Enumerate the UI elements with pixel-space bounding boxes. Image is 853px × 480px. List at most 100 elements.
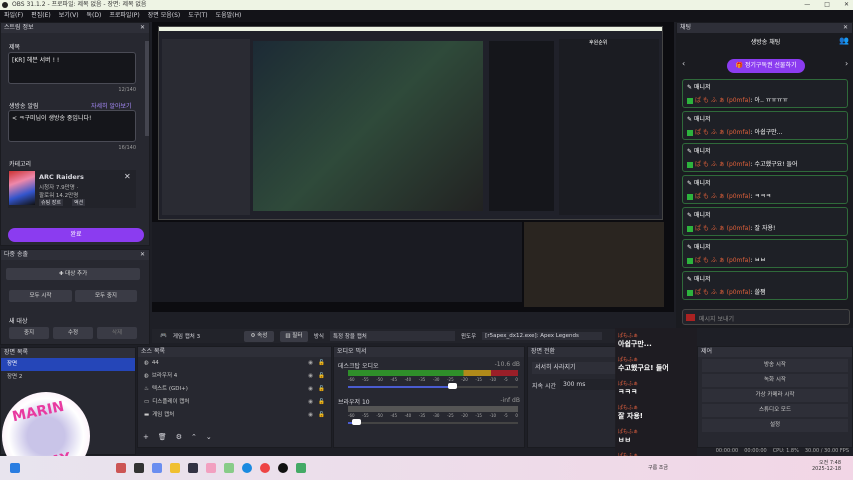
obs-icon[interactable] bbox=[278, 463, 288, 473]
chat-message: ✎ 매니저 ぱ も ふ ぁ (p0mfa): ㅋㅋㅋ bbox=[682, 175, 848, 204]
source-item[interactable]: ◍ 44 ◉ 🔓 bbox=[138, 357, 331, 370]
scrollbar[interactable] bbox=[145, 41, 149, 136]
user-settings-icon[interactable]: 👥 bbox=[839, 36, 849, 45]
chat-input[interactable]: 메시지 보내기 bbox=[682, 309, 850, 325]
lock-icon[interactable]: 🔓 bbox=[318, 409, 325, 422]
visibility-icon[interactable]: ◉ bbox=[308, 396, 313, 409]
lock-icon[interactable]: 🔓 bbox=[318, 396, 325, 409]
delete-button[interactable]: 삭제 bbox=[97, 327, 137, 339]
start-streaming-button[interactable]: 방송 시작 bbox=[702, 359, 848, 372]
edge-icon[interactable] bbox=[242, 463, 252, 473]
app-icon[interactable] bbox=[116, 463, 126, 473]
source-item[interactable]: ♨ 텍스트 (GDI+) ◉ 🔓 bbox=[138, 383, 331, 396]
visibility-icon[interactable]: ◉ bbox=[308, 409, 313, 422]
tick-label: -30 bbox=[432, 413, 440, 418]
copilot-icon[interactable] bbox=[152, 463, 162, 473]
chrome-icon[interactable] bbox=[260, 463, 270, 473]
volume-slider-handle[interactable] bbox=[351, 419, 361, 425]
window-select[interactable]: [r5apex_dx12.exe]: Apex Legends bbox=[482, 332, 603, 340]
start-all-button[interactable]: 모두 시작 bbox=[9, 290, 72, 302]
scene-item[interactable]: 장면 2 bbox=[1, 371, 135, 384]
source-item[interactable]: ▭ 디스플레이 캡처 ◉ 🔓 bbox=[138, 396, 331, 409]
start-virtual-camera-button[interactable]: 가상 카메라 시작 bbox=[702, 389, 848, 402]
start-recording-button[interactable]: 녹화 시작 bbox=[702, 374, 848, 387]
tick-label: -10 bbox=[489, 377, 497, 382]
stop-button[interactable]: 중지 bbox=[9, 327, 49, 339]
notice-label: 생방송 알림 bbox=[9, 103, 39, 110]
clock[interactable]: 오전 7:48 2025-12-18 bbox=[812, 459, 841, 472]
message-text: ㅋㅋㅋ bbox=[754, 193, 772, 200]
category-label: 카테고리 bbox=[9, 161, 32, 168]
lock-icon[interactable]: 🔓 bbox=[318, 370, 325, 383]
maximize-button[interactable]: □ bbox=[824, 0, 830, 10]
nested-bottom bbox=[152, 222, 522, 302]
properties-button[interactable]: ⚙ 속성 bbox=[243, 330, 274, 342]
viewer-count: 시청자 7.9만명 · bbox=[39, 185, 79, 191]
menu-scene-collection[interactable]: 장면 모음(S) bbox=[148, 10, 180, 22]
transition-select[interactable]: 서서히 사라지기 bbox=[532, 362, 616, 374]
message-text: 쓸쩜 bbox=[754, 289, 766, 296]
trash-icon[interactable]: 🗑 bbox=[158, 433, 167, 441]
menu-help[interactable]: 도움말(H) bbox=[216, 10, 242, 22]
done-button[interactable]: 완료 bbox=[8, 228, 144, 242]
app-icon[interactable] bbox=[224, 463, 234, 473]
title-input[interactable]: [KR] 헤븐 서버 ! ! bbox=[8, 52, 136, 84]
category-name: ARC Raiders bbox=[39, 173, 84, 181]
sources-dock: 소스 목록 ◍ 44 ◉ 🔓 ◍ 브라우저 4 ◉ 🔓 ♨ 텍스트 (GDI+) ◉ 🔓 ▭ 디스플레이 … bbox=[137, 346, 332, 448]
title-bar: OBS 31.1.2 - 프로파일: 제목 없음 - 장면: 제목 없음 — □… bbox=[0, 0, 853, 10]
close-icon[interactable]: ✕ bbox=[140, 250, 145, 260]
menu-edit[interactable]: 편집(E) bbox=[31, 10, 51, 22]
visibility-icon[interactable]: ◉ bbox=[308, 357, 313, 370]
stop-all-button[interactable]: 모두 중지 bbox=[75, 290, 137, 302]
notice-input[interactable]: < ㅋ구미님이 생방송 중입니다! bbox=[8, 110, 136, 142]
close-button[interactable]: ✕ bbox=[844, 0, 849, 10]
source-item[interactable]: ▬ 게임 캡처 ◉ 🔓 bbox=[138, 409, 331, 422]
menu-docks[interactable]: 독(D) bbox=[87, 10, 102, 22]
menu-file[interactable]: 파일(F) bbox=[4, 10, 23, 22]
studio-mode-button[interactable]: 스튜디오 모드 bbox=[702, 404, 848, 417]
visibility-icon[interactable]: ◉ bbox=[308, 370, 313, 383]
windows-start-icon[interactable] bbox=[10, 463, 20, 473]
menu-tools[interactable]: 도구(T) bbox=[188, 10, 207, 22]
preview-canvas[interactable]: 후원순위 bbox=[152, 22, 674, 312]
file-explorer-icon[interactable] bbox=[170, 463, 180, 473]
move-up-icon[interactable]: ⌃ bbox=[191, 433, 197, 441]
edit-button[interactable]: 수정 bbox=[53, 327, 93, 339]
duration-input[interactable]: 300 ms bbox=[560, 379, 616, 390]
add-target-button[interactable]: ✚ 대상 추가 bbox=[6, 268, 140, 280]
controls-dock: 제어 방송 시작 녹화 시작 가상 카메라 시작 스튜디오 모드 설정 bbox=[697, 346, 853, 448]
settings-button[interactable]: 설정 bbox=[702, 419, 848, 432]
mode-select[interactable]: 특정 창을 캡처 bbox=[329, 331, 455, 341]
terminal-icon[interactable] bbox=[134, 463, 144, 473]
add-icon[interactable]: + bbox=[143, 433, 149, 441]
chevron-right-icon[interactable]: › bbox=[845, 59, 848, 68]
app-icon[interactable] bbox=[206, 463, 216, 473]
volume-slider-handle[interactable] bbox=[448, 383, 458, 389]
filters-button[interactable]: ▥ 필터 bbox=[279, 330, 308, 342]
badge-icon bbox=[687, 129, 693, 136]
scene-item[interactable]: 장면 bbox=[1, 358, 135, 371]
role-text: 매니저 bbox=[693, 116, 711, 123]
volume-slider[interactable] bbox=[348, 422, 518, 424]
nested-panel bbox=[489, 41, 554, 211]
move-down-icon[interactable]: ⌄ bbox=[206, 433, 212, 441]
learn-more-link[interactable]: 자세히 알아보기 bbox=[91, 101, 132, 110]
volume-slider[interactable] bbox=[348, 386, 518, 388]
app-icon[interactable] bbox=[296, 463, 306, 473]
close-icon[interactable]: ✕ bbox=[140, 23, 145, 33]
close-icon[interactable]: ✕ bbox=[843, 23, 848, 33]
tick-label: -10 bbox=[489, 413, 497, 418]
lock-icon[interactable]: 🔓 bbox=[318, 357, 325, 370]
menu-view[interactable]: 보기(V) bbox=[59, 10, 79, 22]
app-icon[interactable] bbox=[188, 463, 198, 473]
chevron-left-icon[interactable]: ‹ bbox=[682, 59, 685, 68]
tick-label: -60 bbox=[348, 377, 355, 382]
menu-profile[interactable]: 프로파일(P) bbox=[109, 10, 139, 22]
gear-icon[interactable]: ⚙ bbox=[176, 433, 182, 441]
remove-category-icon[interactable]: ✕ bbox=[124, 172, 131, 181]
gift-subscription-button[interactable]: 🎁 정기구독권 선물하기 bbox=[727, 59, 805, 73]
source-item[interactable]: ◍ 브라우저 4 ◉ 🔓 bbox=[138, 370, 331, 383]
lock-icon[interactable]: 🔓 bbox=[318, 383, 325, 396]
minimize-button[interactable]: — bbox=[804, 0, 810, 10]
visibility-icon[interactable]: ◉ bbox=[308, 383, 313, 396]
